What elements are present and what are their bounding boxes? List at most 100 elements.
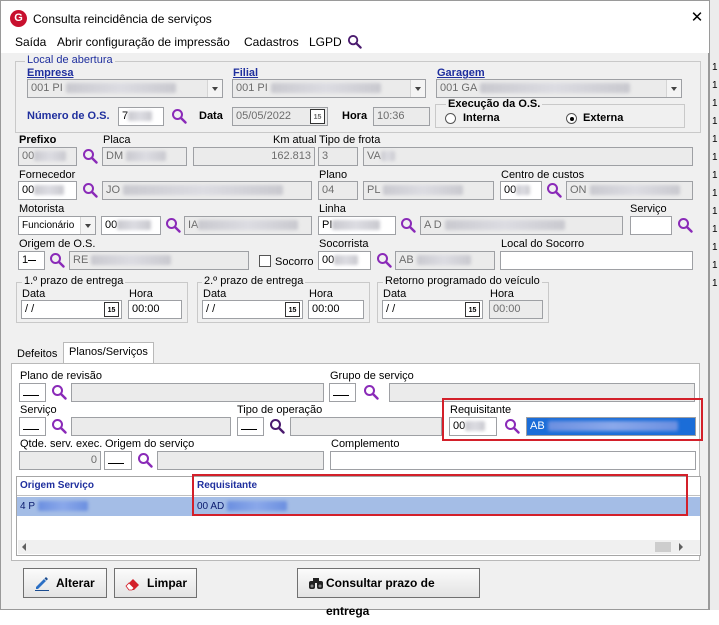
prazo1-hora-label: Hora xyxy=(129,288,153,300)
km-atual-field: 162.813 xyxy=(193,147,315,166)
socorrista-name: AB xyxy=(395,251,495,270)
requisitante-search-icon[interactable] xyxy=(504,418,520,434)
tab-defeitos[interactable]: Defeitos xyxy=(12,345,62,365)
close-button[interactable]: ✕ xyxy=(685,8,709,28)
fornecedor-code[interactable]: 00 xyxy=(18,181,77,200)
fornecedor-search-icon[interactable] xyxy=(82,182,98,198)
servico-search-icon[interactable] xyxy=(677,217,693,233)
linha-field: A D xyxy=(420,216,623,235)
socorrista-code[interactable]: 00 xyxy=(318,251,371,270)
chevron-down-icon xyxy=(666,80,681,97)
calendar-icon[interactable]: 15 xyxy=(104,302,119,317)
centro-custos-label: Centro de custos xyxy=(501,169,585,181)
prazo2-data-field[interactable]: / /15 xyxy=(202,300,303,319)
origem-os-search-icon[interactable] xyxy=(49,252,65,268)
chevron-down-icon xyxy=(410,80,425,97)
prefixo-field[interactable]: 00 xyxy=(18,147,77,166)
motorista-search-icon[interactable] xyxy=(165,217,181,233)
centro-custos-field: ON xyxy=(566,181,693,200)
scroll-right-icon[interactable] xyxy=(679,543,683,551)
centro-custos-code[interactable]: 00 xyxy=(500,181,542,200)
panel-servico-search-icon[interactable] xyxy=(51,418,67,434)
table-row[interactable]: 4 P xyxy=(17,497,193,516)
prazo1-hora-field[interactable]: 00:00 xyxy=(128,300,182,319)
data-label: Data xyxy=(199,110,223,122)
radio-interna[interactable] xyxy=(445,113,456,124)
motorista-type-select[interactable]: Funcionário xyxy=(18,216,96,235)
prazo2-hora-field[interactable]: 00:00 xyxy=(308,300,364,319)
motorista-code[interactable]: 00 xyxy=(101,216,161,235)
retorno-hora-label: Hora xyxy=(490,288,514,300)
plano-revisao-search-icon[interactable] xyxy=(51,384,67,400)
tipo-operacao-field xyxy=(290,417,442,436)
execucao-title: Execução da O.S. xyxy=(446,98,543,110)
scroll-left-icon[interactable] xyxy=(22,543,26,551)
consultar-prazo-button[interactable]: Consultar prazo de entrega xyxy=(297,568,480,618)
search-icon[interactable] xyxy=(347,34,362,49)
socorro-checkbox[interactable] xyxy=(259,255,271,267)
linha-search-icon[interactable] xyxy=(400,217,416,233)
prazo1-data-field[interactable]: / /15 xyxy=(21,300,122,319)
radio-externa[interactable] xyxy=(566,113,577,124)
chevron-down-icon xyxy=(207,80,222,97)
panel-servico-label: Serviço xyxy=(20,404,57,416)
menu-abrir-configuracao[interactable]: Abrir configuração de impressão xyxy=(57,35,230,49)
plano-code: 04 xyxy=(318,181,358,200)
tipo-operacao-search-icon[interactable] xyxy=(269,418,285,434)
horizontal-scrollbar[interactable] xyxy=(18,540,700,554)
requisitante-name[interactable]: AB xyxy=(526,417,696,436)
origem-os-code[interactable]: 1 xyxy=(18,251,45,270)
scroll-thumb[interactable] xyxy=(655,542,671,552)
linha-code[interactable]: PI xyxy=(318,216,396,235)
grid-header-origem-servico[interactable]: Origem Serviço xyxy=(17,477,193,496)
menu-cadastros[interactable]: Cadastros xyxy=(244,35,299,49)
limpar-button[interactable]: Limpar xyxy=(114,568,197,598)
plano-revisao-code[interactable] xyxy=(19,383,46,402)
empresa-select[interactable]: 001 PI xyxy=(27,79,223,98)
hora-field[interactable]: 10:36 xyxy=(373,107,430,126)
local-socorro-field[interactable] xyxy=(500,251,693,270)
tipo-frota-field: VA xyxy=(363,147,693,166)
tipo-operacao-code[interactable] xyxy=(237,417,264,436)
filial-select[interactable]: 001 PI xyxy=(232,79,426,98)
grupo-servico-code[interactable] xyxy=(329,383,356,402)
qtde-label: Qtde. serv. exec. xyxy=(20,438,103,450)
origem-servico-search-icon[interactable] xyxy=(137,452,153,468)
fornecedor-name: JO xyxy=(102,181,312,200)
alterar-button[interactable]: Alterar xyxy=(23,568,107,598)
fornecedor-label: Fornecedor xyxy=(19,169,76,181)
complemento-field[interactable] xyxy=(330,451,696,470)
numero-os-field[interactable]: 7 xyxy=(118,107,164,126)
socorrista-search-icon[interactable] xyxy=(376,252,392,268)
menu-lgpd[interactable]: LGPD xyxy=(309,35,342,49)
numero-os-search-icon[interactable] xyxy=(171,108,187,124)
retorno-data-field[interactable]: / /15 xyxy=(382,300,483,319)
calendar-icon[interactable]: 15 xyxy=(465,302,480,317)
origem-servico-code[interactable] xyxy=(104,451,132,470)
calendar-icon[interactable]: 15 xyxy=(310,109,325,124)
menu-saida[interactable]: Saída xyxy=(15,35,46,49)
centro-custos-search-icon[interactable] xyxy=(546,182,562,198)
panel-servico-code[interactable] xyxy=(19,417,46,436)
calendar-icon[interactable]: 15 xyxy=(285,302,300,317)
grupo-servico-search-icon[interactable] xyxy=(363,384,379,400)
binoculars-icon xyxy=(309,578,323,589)
servico-label: Serviço xyxy=(630,203,667,215)
pencil-icon xyxy=(35,577,49,591)
eraser-icon xyxy=(125,579,139,591)
plano-field: PL xyxy=(363,181,494,200)
prazo2-title: 2.º prazo de entrega xyxy=(202,275,306,287)
servico-field[interactable] xyxy=(630,216,672,235)
tipo-frota-label: Tipo de frota xyxy=(319,134,381,146)
window-title: Consulta reincidência de serviços xyxy=(33,12,212,26)
title-bar: G Consulta reincidência de serviços ✕ xyxy=(1,1,710,31)
retorno-title: Retorno programado do veículo xyxy=(383,275,542,287)
motorista-name: IA xyxy=(184,216,312,235)
data-field[interactable]: 05/05/2022 15 xyxy=(232,107,328,126)
placa-label: Placa xyxy=(103,134,131,146)
tipo-operacao-label: Tipo de operação xyxy=(237,404,323,416)
garagem-select[interactable]: 001 GA xyxy=(436,79,682,98)
tab-planos-servicos[interactable]: Planos/Serviços xyxy=(63,342,154,364)
requisitante-code[interactable]: 00 xyxy=(449,417,497,436)
prefixo-search-icon[interactable] xyxy=(82,148,98,164)
